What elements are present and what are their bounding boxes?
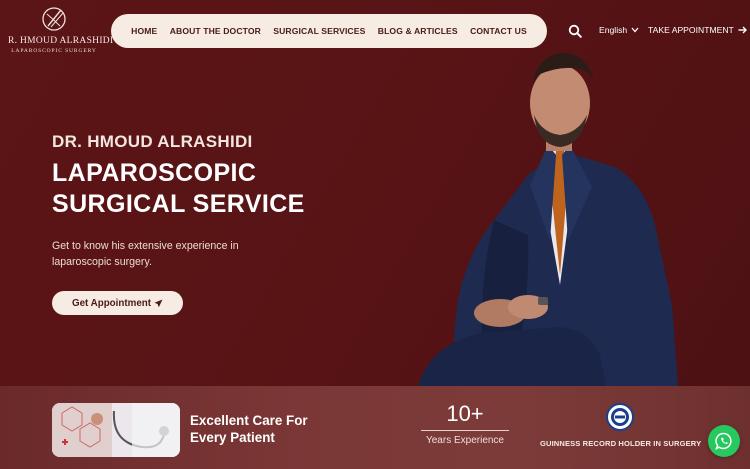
get-appointment-label: Get Appointment [71, 297, 152, 309]
brand-logo[interactable]: R. HMOUD ALRASHIDI LAPAROSCOPIC SURGERY [8, 6, 114, 54]
nav-home[interactable]: HOME [131, 26, 157, 36]
highlights-strip: Excellent Care For Every Patient 10+ Yea… [0, 386, 750, 469]
hero-eyebrow: DR. HMOUD ALRASHIDI [52, 132, 253, 151]
hero-title-line2: SURGICAL SERVICE [52, 190, 305, 218]
excellent-care-heading: Excellent Care For Every Patient [190, 412, 340, 446]
nav-surgical-services[interactable]: SURGICAL SERVICES [273, 26, 365, 36]
search-icon[interactable] [568, 24, 582, 38]
send-icon [154, 299, 163, 307]
nav-about-doctor[interactable]: ABOUT THE DOCTOR [170, 26, 261, 36]
guinness-label: GUINNESS RECORD HOLDER IN SURGERY [540, 439, 702, 448]
chevron-down-icon [631, 27, 639, 33]
take-appointment-link[interactable]: TAKE APPOINTMENT [648, 25, 747, 35]
language-label: English [599, 25, 628, 35]
experience-number: 10+ [446, 401, 484, 426]
arrow-right-icon [738, 26, 747, 34]
whatsapp-icon [715, 432, 732, 450]
get-appointment-button[interactable]: Get Appointment [52, 291, 183, 315]
whatsapp-button[interactable] [708, 425, 740, 457]
hero-section: R. HMOUD ALRASHIDI LAPAROSCOPIC SURGERY … [0, 0, 750, 386]
brand-subtitle: LAPAROSCOPIC SURGERY [11, 48, 97, 54]
stat-divider [421, 430, 509, 431]
hero-title: LAPAROSCOPIC SURGICAL SERVICE [52, 158, 352, 220]
nav-contact-us[interactable]: CONTACT US [470, 26, 527, 36]
language-selector[interactable]: English [599, 25, 639, 35]
nav-blog-articles[interactable]: BLOG & ARTICLES [378, 26, 458, 36]
experience-label: Years Experience [425, 435, 504, 446]
hero-title-line1: LAPAROSCOPIC [52, 159, 257, 187]
care-line1: Excellent Care For [190, 413, 308, 428]
experience-stat: 10+ Years Experience [421, 400, 509, 446]
doctor-portrait [418, 53, 678, 386]
main-nav: HOME ABOUT THE DOCTOR SURGICAL SERVICES … [111, 14, 547, 48]
hero-description: Get to know his extensive experience in … [52, 240, 239, 268]
logo-emblem-icon [39, 6, 69, 32]
guinness-badge-icon [606, 403, 634, 431]
care-line2: Every Patient [190, 430, 275, 445]
guinness-record: GUINNESS RECORD HOLDER IN SURGERY [540, 403, 702, 448]
take-appointment-label: TAKE APPOINTMENT [648, 25, 734, 35]
care-illustration-image [52, 403, 180, 457]
brand-name: R. HMOUD ALRASHIDI [8, 36, 114, 46]
